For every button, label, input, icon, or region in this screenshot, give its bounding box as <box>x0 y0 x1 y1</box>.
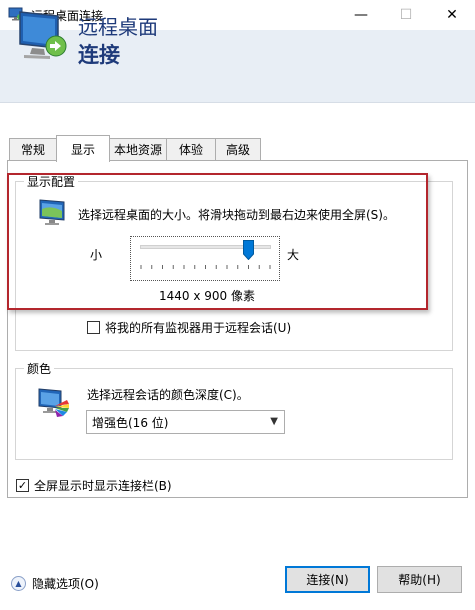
chevron-up-icon: ▲ <box>11 576 26 591</box>
tab-experience[interactable]: 体验 <box>166 138 216 160</box>
maximize-button[interactable]: ☐ <box>383 0 429 30</box>
fullscreen-bar-label: 全屏显示时显示连接栏(B) <box>34 479 172 493</box>
connect-button[interactable]: 连接(N) <box>285 566 370 593</box>
close-button[interactable]: ✕ <box>429 0 475 30</box>
fullscreen-bar-checkbox[interactable]: ✓ <box>16 479 29 492</box>
hide-options-label: 隐藏选项(O) <box>32 577 99 591</box>
help-button[interactable]: 帮助(H) <box>377 566 462 593</box>
tab-local-resources[interactable]: 本地资源 <box>109 138 167 160</box>
tab-general[interactable]: 常规 <box>9 138 57 160</box>
tab-display[interactable]: 显示 <box>56 135 110 162</box>
color-depth-select[interactable]: 增强色(16 位) ▼ <box>86 410 285 434</box>
color-depth-description: 选择远程会话的颜色深度(C)。 <box>87 388 249 402</box>
minimize-button[interactable]: — <box>338 0 384 30</box>
header-title-line1: 远程桌面 <box>78 15 158 39</box>
highlight-annotation <box>7 173 428 310</box>
colors-legend: 颜色 <box>24 360 55 377</box>
fullscreen-bar-option[interactable]: ✓ 全屏显示时显示连接栏(B) <box>16 477 172 494</box>
tab-advanced[interactable]: 高级 <box>215 138 261 160</box>
multi-monitor-checkbox[interactable] <box>87 321 100 334</box>
chevron-down-icon: ▼ <box>270 416 278 427</box>
remote-desktop-monitor-icon <box>19 11 67 59</box>
multi-monitor-label: 将我的所有监视器用于远程会话(U) <box>105 321 292 335</box>
header-title-line2: 连接 <box>78 43 120 67</box>
color-depth-value: 增强色(16 位) <box>92 415 169 430</box>
multi-monitor-option[interactable]: 将我的所有监视器用于远程会话(U) <box>87 319 291 336</box>
color-palette-icon <box>38 388 69 417</box>
hide-options-toggle[interactable]: ▲ 隐藏选项(O) <box>11 575 99 592</box>
